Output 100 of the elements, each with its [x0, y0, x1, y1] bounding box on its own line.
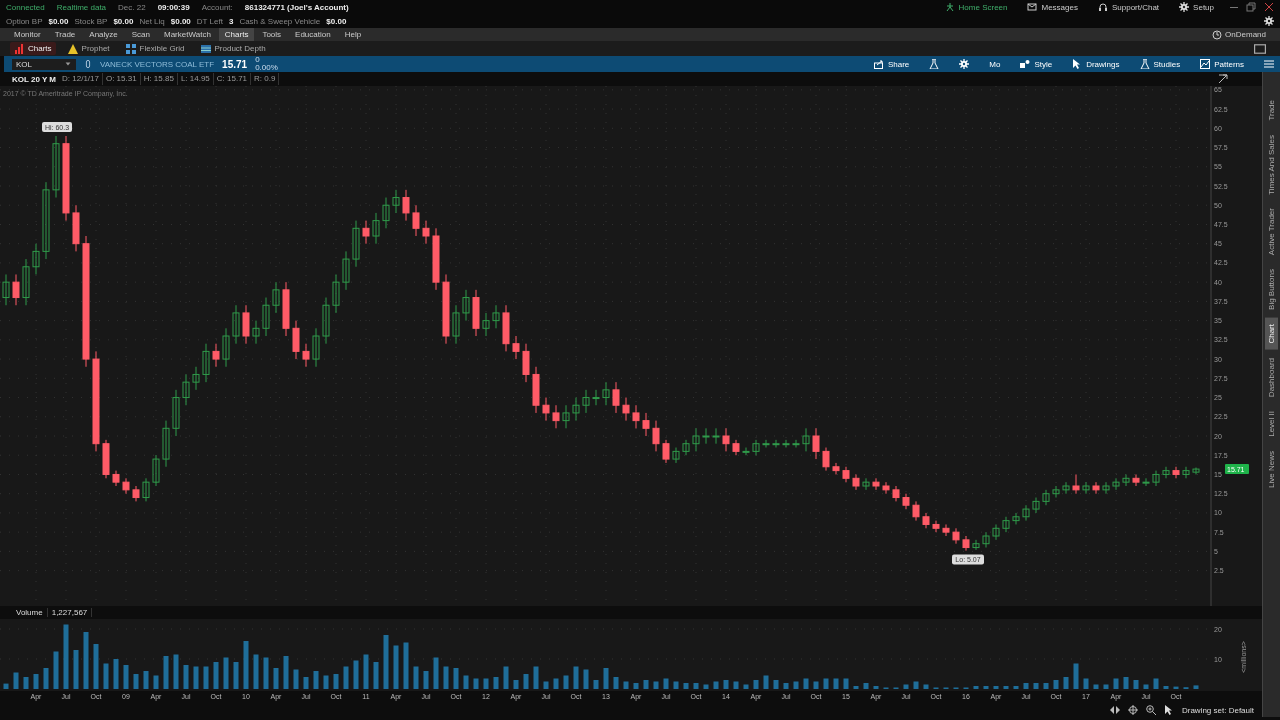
top-link[interactable]: Support/Chat — [1093, 2, 1164, 12]
candle — [822, 447, 830, 472]
menu-tab[interactable]: Tools — [256, 28, 288, 41]
clock-icon — [1212, 29, 1223, 40]
volume-bar — [193, 666, 199, 689]
top-link[interactable]: Setup — [1175, 2, 1218, 12]
volume-bar — [573, 666, 579, 689]
toolbar-button[interactable]: Style — [1014, 56, 1059, 72]
candle — [712, 427, 720, 445]
volume-bar — [303, 677, 309, 689]
volume-bar — [993, 686, 999, 689]
side-tab[interactable]: Active Trader — [1265, 202, 1278, 262]
sub-tab[interactable]: Prophet — [63, 42, 114, 55]
volume-bar — [753, 680, 759, 689]
side-tab[interactable]: Level II — [1265, 405, 1278, 443]
volume-bar — [1153, 678, 1159, 689]
side-tab[interactable]: Trade — [1265, 94, 1278, 127]
volume-bar — [13, 672, 19, 689]
candle — [752, 439, 760, 456]
volume-bar — [633, 683, 639, 689]
candle — [642, 412, 650, 437]
candle — [52, 135, 60, 199]
menu-tab[interactable]: Education — [289, 28, 337, 41]
menu-tab[interactable]: Scan — [125, 28, 156, 41]
volume-bar — [383, 635, 389, 689]
menu-tab[interactable]: MarketWatch — [158, 28, 217, 41]
candle — [942, 523, 950, 537]
menu-tab[interactable]: Monitor — [8, 28, 47, 41]
volume-bar — [663, 678, 669, 689]
candle — [1072, 473, 1080, 495]
bar-chart-icon — [14, 43, 24, 54]
balance-label: Cash & Sweep Vehicle — [239, 16, 321, 26]
candle — [432, 227, 440, 291]
volume-bar — [1133, 680, 1139, 689]
account-label: Account: — [201, 2, 233, 12]
volume-bar — [553, 678, 559, 689]
sub-tab[interactable]: Flexible Grid — [121, 42, 189, 55]
sub-tab[interactable]: Product Depth — [196, 42, 270, 55]
volume-bar — [333, 674, 339, 689]
style-icon — [1020, 59, 1031, 69]
toolbar-button[interactable]: Patterns — [1194, 56, 1250, 72]
candle — [732, 439, 740, 456]
volume-bar — [1083, 678, 1089, 689]
top-link[interactable]: Home Screen — [940, 2, 1012, 12]
candle — [292, 320, 300, 360]
candle — [802, 427, 810, 452]
symbol-field[interactable]: KOL — [12, 58, 76, 70]
candle — [842, 466, 850, 483]
side-tab[interactable]: Big Buttons — [1265, 263, 1278, 317]
percent-change: 0.00% — [255, 64, 278, 72]
volume-bar — [243, 641, 249, 689]
candle — [312, 327, 320, 368]
volume-title: Volume — [12, 608, 48, 617]
volume-bar — [143, 671, 149, 689]
candle — [602, 381, 610, 406]
menu-tab[interactable]: Trade — [48, 28, 82, 41]
candle — [182, 373, 190, 406]
ohlc-field: H: 15.85 — [140, 73, 178, 85]
top-link[interactable]: Messages — [1023, 2, 1082, 12]
balance-value: $0.00 — [170, 16, 191, 26]
toolbar-button[interactable]: Mo — [983, 56, 1007, 72]
side-tab[interactable]: Times And Sales — [1265, 128, 1278, 201]
volume-bar — [73, 650, 79, 689]
side-tab[interactable]: Dashboard — [1265, 351, 1278, 404]
volume-bar — [653, 681, 659, 689]
balance-value: $0.00 — [113, 16, 134, 26]
pointer-icon — [1163, 705, 1174, 715]
volume-bar — [453, 668, 459, 689]
grid-icon — [125, 43, 136, 54]
menu-tab[interactable]: Charts — [218, 28, 255, 41]
side-tab[interactable]: Chart — [1265, 318, 1278, 350]
mail-icon — [1027, 2, 1038, 12]
crosshair-icon — [1127, 705, 1138, 715]
candle — [232, 304, 240, 345]
volume-bar — [833, 678, 839, 689]
toolbar-button[interactable]: Drawings — [1066, 56, 1126, 72]
candle — [652, 420, 660, 452]
headset-icon — [1097, 2, 1108, 12]
ohlc-field: D: 12/1/17 — [59, 73, 103, 85]
volume-bar — [1163, 686, 1169, 689]
side-tab[interactable]: Live News — [1265, 444, 1278, 494]
ondemand-button[interactable]: OnDemand — [1206, 28, 1272, 41]
candle — [592, 389, 600, 406]
sub-tab[interactable]: Charts — [10, 42, 56, 55]
candle — [912, 500, 920, 522]
volume-bar — [183, 665, 189, 689]
toolbar-button[interactable]: Share — [867, 56, 916, 72]
candle — [212, 343, 220, 368]
menu-tab[interactable]: Help — [338, 28, 368, 41]
candle — [622, 397, 630, 422]
candle — [462, 289, 470, 322]
toolbar-button[interactable]: Studies — [1133, 56, 1187, 72]
candle — [512, 335, 520, 360]
candle — [102, 439, 110, 479]
volume-bar — [1073, 663, 1079, 689]
candle — [252, 320, 260, 345]
menu-tab[interactable]: Analyze — [83, 28, 124, 41]
volume-bar — [983, 686, 989, 689]
candle — [242, 304, 250, 345]
volume-bar — [903, 684, 909, 689]
